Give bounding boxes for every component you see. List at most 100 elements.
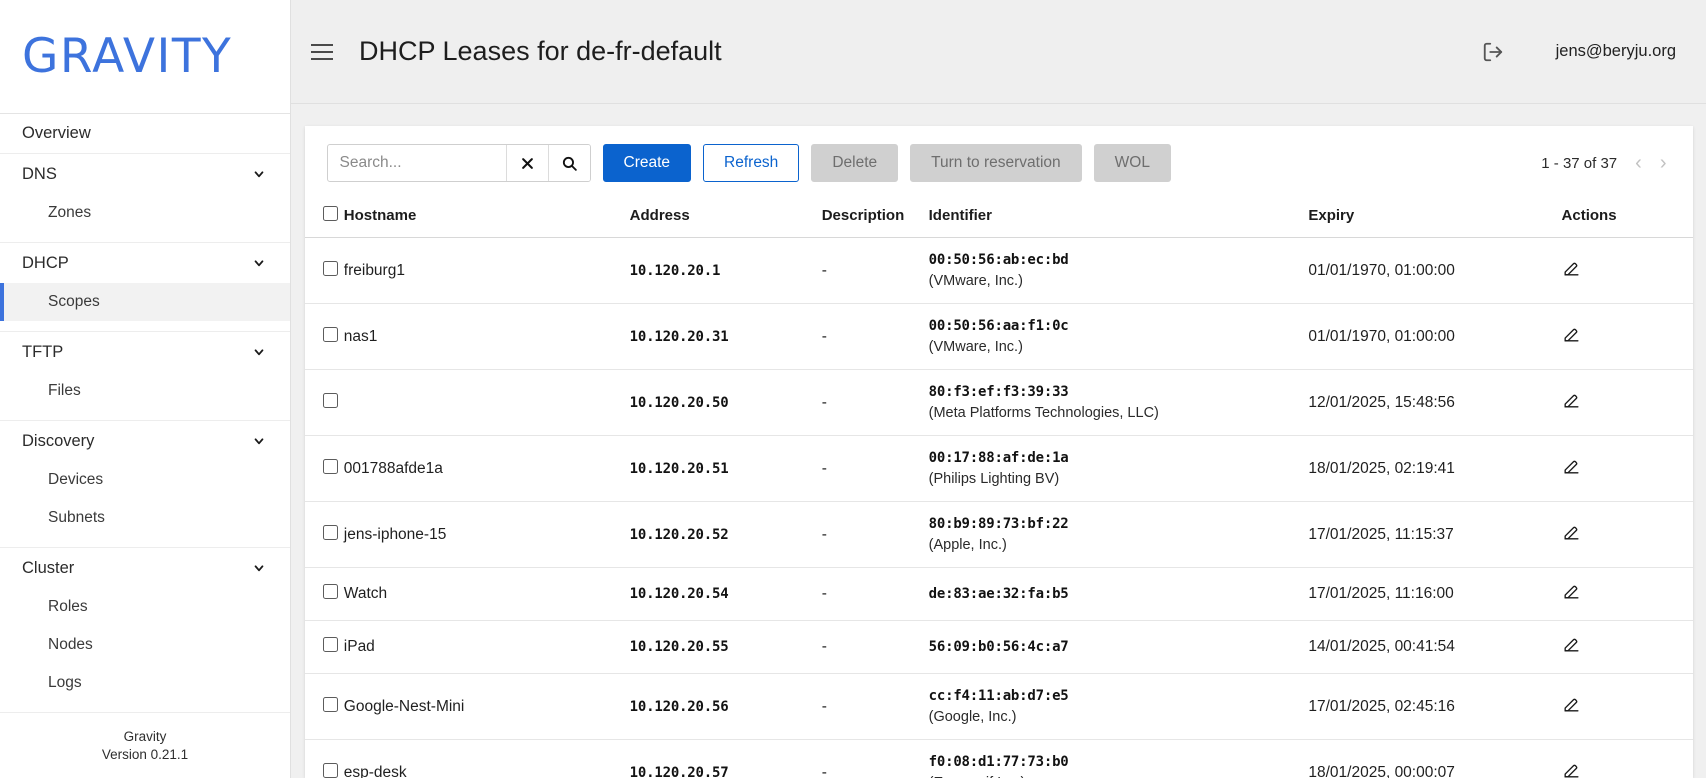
- sidebar-group-header-dns[interactable]: DNS: [0, 154, 290, 194]
- create-button[interactable]: Create: [602, 144, 692, 182]
- cell-actions: [1561, 620, 1693, 674]
- chevron-left-icon[interactable]: ‹: [1635, 153, 1642, 173]
- sidebar-group-dns: DNS Zones: [0, 154, 290, 243]
- brand-logo[interactable]: GRAVITY: [0, 0, 290, 114]
- chevron-right-icon[interactable]: ›: [1660, 153, 1667, 173]
- sidebar-group-discovery: Discovery Devices Subnets: [0, 421, 290, 548]
- cell-actions: [1561, 739, 1693, 778]
- edit-pencil-icon[interactable]: [1562, 325, 1581, 344]
- edit-pencil-icon[interactable]: [1562, 391, 1581, 410]
- sidebar-item-label: Files: [48, 382, 81, 399]
- turn-to-reservation-button[interactable]: Turn to reservation: [910, 144, 1082, 182]
- table-row[interactable]: Google-Nest-Mini 10.120.20.56- cc:f4:11:ab…: [304, 673, 1693, 740]
- checkbox-unchecked-icon[interactable]: [322, 206, 338, 221]
- sidebar-group-header-cluster[interactable]: Cluster: [0, 548, 290, 588]
- checkbox-unchecked-icon[interactable]: [322, 260, 338, 276]
- sidebar-group-label: Discovery: [22, 431, 95, 450]
- column-header-address[interactable]: Address: [629, 196, 822, 238]
- checkbox-unchecked-icon[interactable]: [322, 584, 338, 599]
- cell-description: -: [821, 303, 929, 370]
- table-row[interactable]: Watch 10.120.20.54- de:83:ae:32:fa:b5 17/01…: [304, 567, 1693, 621]
- checkbox-unchecked-icon[interactable]: [322, 326, 338, 342]
- sidebar-item-roles[interactable]: Roles: [0, 588, 290, 626]
- cell-description: -: [821, 739, 929, 778]
- table-row[interactable]: iPad 10.120.20.55-56:09:b0:56:4c:a7 14/01/…: [304, 620, 1693, 674]
- cell-address: 10.120.20.50: [629, 369, 822, 436]
- sidebar-group-header-dhcp[interactable]: DHCP: [0, 243, 290, 283]
- search-clear-button[interactable]: [505, 145, 548, 181]
- sidebar-item-devices[interactable]: Devices: [0, 461, 290, 499]
- edit-pencil-icon[interactable]: [1562, 582, 1581, 601]
- refresh-button[interactable]: Refresh: [703, 144, 800, 182]
- cell-description: -: [821, 435, 929, 502]
- edit-pencil-icon[interactable]: [1562, 259, 1581, 278]
- checkbox-unchecked-icon[interactable]: [322, 637, 338, 652]
- cell-actions: [1561, 567, 1693, 621]
- checkbox-unchecked-icon[interactable]: [322, 762, 338, 778]
- checkbox-unchecked-icon[interactable]: [322, 458, 338, 474]
- column-header-identifier[interactable]: Identifier: [928, 196, 1309, 238]
- table-row[interactable]: nas1 10.120.20.31-00:50:56:aa:f1:0c (VMwar…: [304, 303, 1693, 370]
- row-select-cell: [304, 620, 344, 674]
- column-header-description[interactable]: Description: [821, 196, 929, 238]
- cell-mac: 00:50:56:aa:f1:0c: [928, 318, 1069, 334]
- table-row[interactable]: jens-iphone-15 10.120.20.52-80:b9:89:73:b…: [304, 501, 1693, 568]
- sidebar-item-files[interactable]: Files: [0, 372, 290, 410]
- cell-actions: [1561, 369, 1693, 436]
- cell-identifier: 80:f3:ef:f3:39:33 (Meta Platforms Technol…: [928, 369, 1309, 436]
- cell-mac: de:83:ae:32:fa:b5: [928, 586, 1069, 602]
- hamburger-icon[interactable]: [311, 41, 337, 63]
- column-header-expiry[interactable]: Expiry: [1308, 196, 1562, 238]
- table-row[interactable]: 10.120.20.50-80:f3:ef:f3:39:33 (Meta Plat…: [304, 369, 1693, 436]
- column-header-hostname[interactable]: Hostname: [343, 196, 630, 238]
- table-row[interactable]: 001788afde1a 10.120.20.51-00:17:88:af:de:…: [304, 435, 1693, 502]
- sidebar-item-zones[interactable]: Zones: [0, 194, 290, 232]
- sidebar-footer: Gravity Version 0.21.1: [0, 728, 290, 778]
- search-input[interactable]: [327, 145, 506, 181]
- sidebar-group-header-discovery[interactable]: Discovery: [0, 421, 290, 461]
- cell-vendor: (Meta Platforms Technologies, LLC): [928, 405, 1159, 421]
- checkbox-unchecked-icon[interactable]: [322, 524, 338, 540]
- edit-pencil-icon[interactable]: [1562, 457, 1581, 476]
- edit-pencil-icon[interactable]: [1562, 635, 1581, 654]
- table-row[interactable]: esp-desk10.120.20.57-f0:08:d1:77:73:b0(E…: [304, 739, 1693, 778]
- logout-icon[interactable]: [1482, 41, 1504, 63]
- sidebar-item-overview[interactable]: Overview: [0, 114, 290, 154]
- top-header: DHCP Leases for de-fr-default jens@beryj…: [291, 0, 1706, 104]
- cell-description: -: [821, 237, 929, 304]
- cell-mac: 80:f3:ef:f3:39:33: [928, 384, 1069, 400]
- search-submit-button[interactable]: [547, 145, 590, 181]
- row-select-cell: [304, 673, 344, 740]
- cell-actions: [1561, 303, 1693, 370]
- cell-description: -: [821, 673, 929, 740]
- sidebar-item-subnets[interactable]: Subnets: [0, 499, 290, 537]
- cell-hostname: Google-Nest-Mini: [343, 673, 630, 740]
- sidebar-item-label: Subnets: [48, 509, 105, 526]
- cell-address: 10.120.20.31: [629, 303, 822, 370]
- chevron-down-icon: [252, 345, 266, 359]
- sidebar-item-logs[interactable]: Logs: [0, 664, 290, 702]
- cell-hostname: freiburg1: [343, 237, 630, 304]
- sidebar-item-nodes[interactable]: Nodes: [0, 626, 290, 664]
- user-email[interactable]: jens@beryju.org: [1556, 42, 1676, 61]
- cell-hostname: 001788afde1a: [343, 435, 630, 502]
- checkbox-unchecked-icon[interactable]: [322, 392, 338, 408]
- checkbox-unchecked-icon[interactable]: [322, 696, 338, 712]
- cell-actions: [1561, 237, 1693, 304]
- cell-identifier: 00:50:56:aa:f1:0c (VMware, Inc.): [928, 303, 1309, 370]
- cell-vendor: (VMware, Inc.): [928, 339, 1023, 355]
- edit-pencil-icon[interactable]: [1562, 695, 1581, 714]
- table-row[interactable]: freiburg1 10.120.20.1-00:50:56:ab:ec:bd (V…: [304, 237, 1693, 304]
- sidebar-nav: Overview DNS Zones DHCP Scopes TFTP Files Disco…: [0, 114, 290, 728]
- sidebar-group-header-tftp[interactable]: TFTP: [0, 332, 290, 372]
- edit-pencil-icon[interactable]: [1562, 523, 1581, 542]
- delete-button[interactable]: Delete: [811, 144, 899, 182]
- sidebar-item-scopes[interactable]: Scopes: [0, 283, 290, 321]
- edit-pencil-icon[interactable]: [1562, 761, 1581, 778]
- wol-button[interactable]: WOL: [1093, 144, 1171, 182]
- column-header-actions: Actions: [1561, 196, 1693, 238]
- cell-description: -: [821, 620, 929, 674]
